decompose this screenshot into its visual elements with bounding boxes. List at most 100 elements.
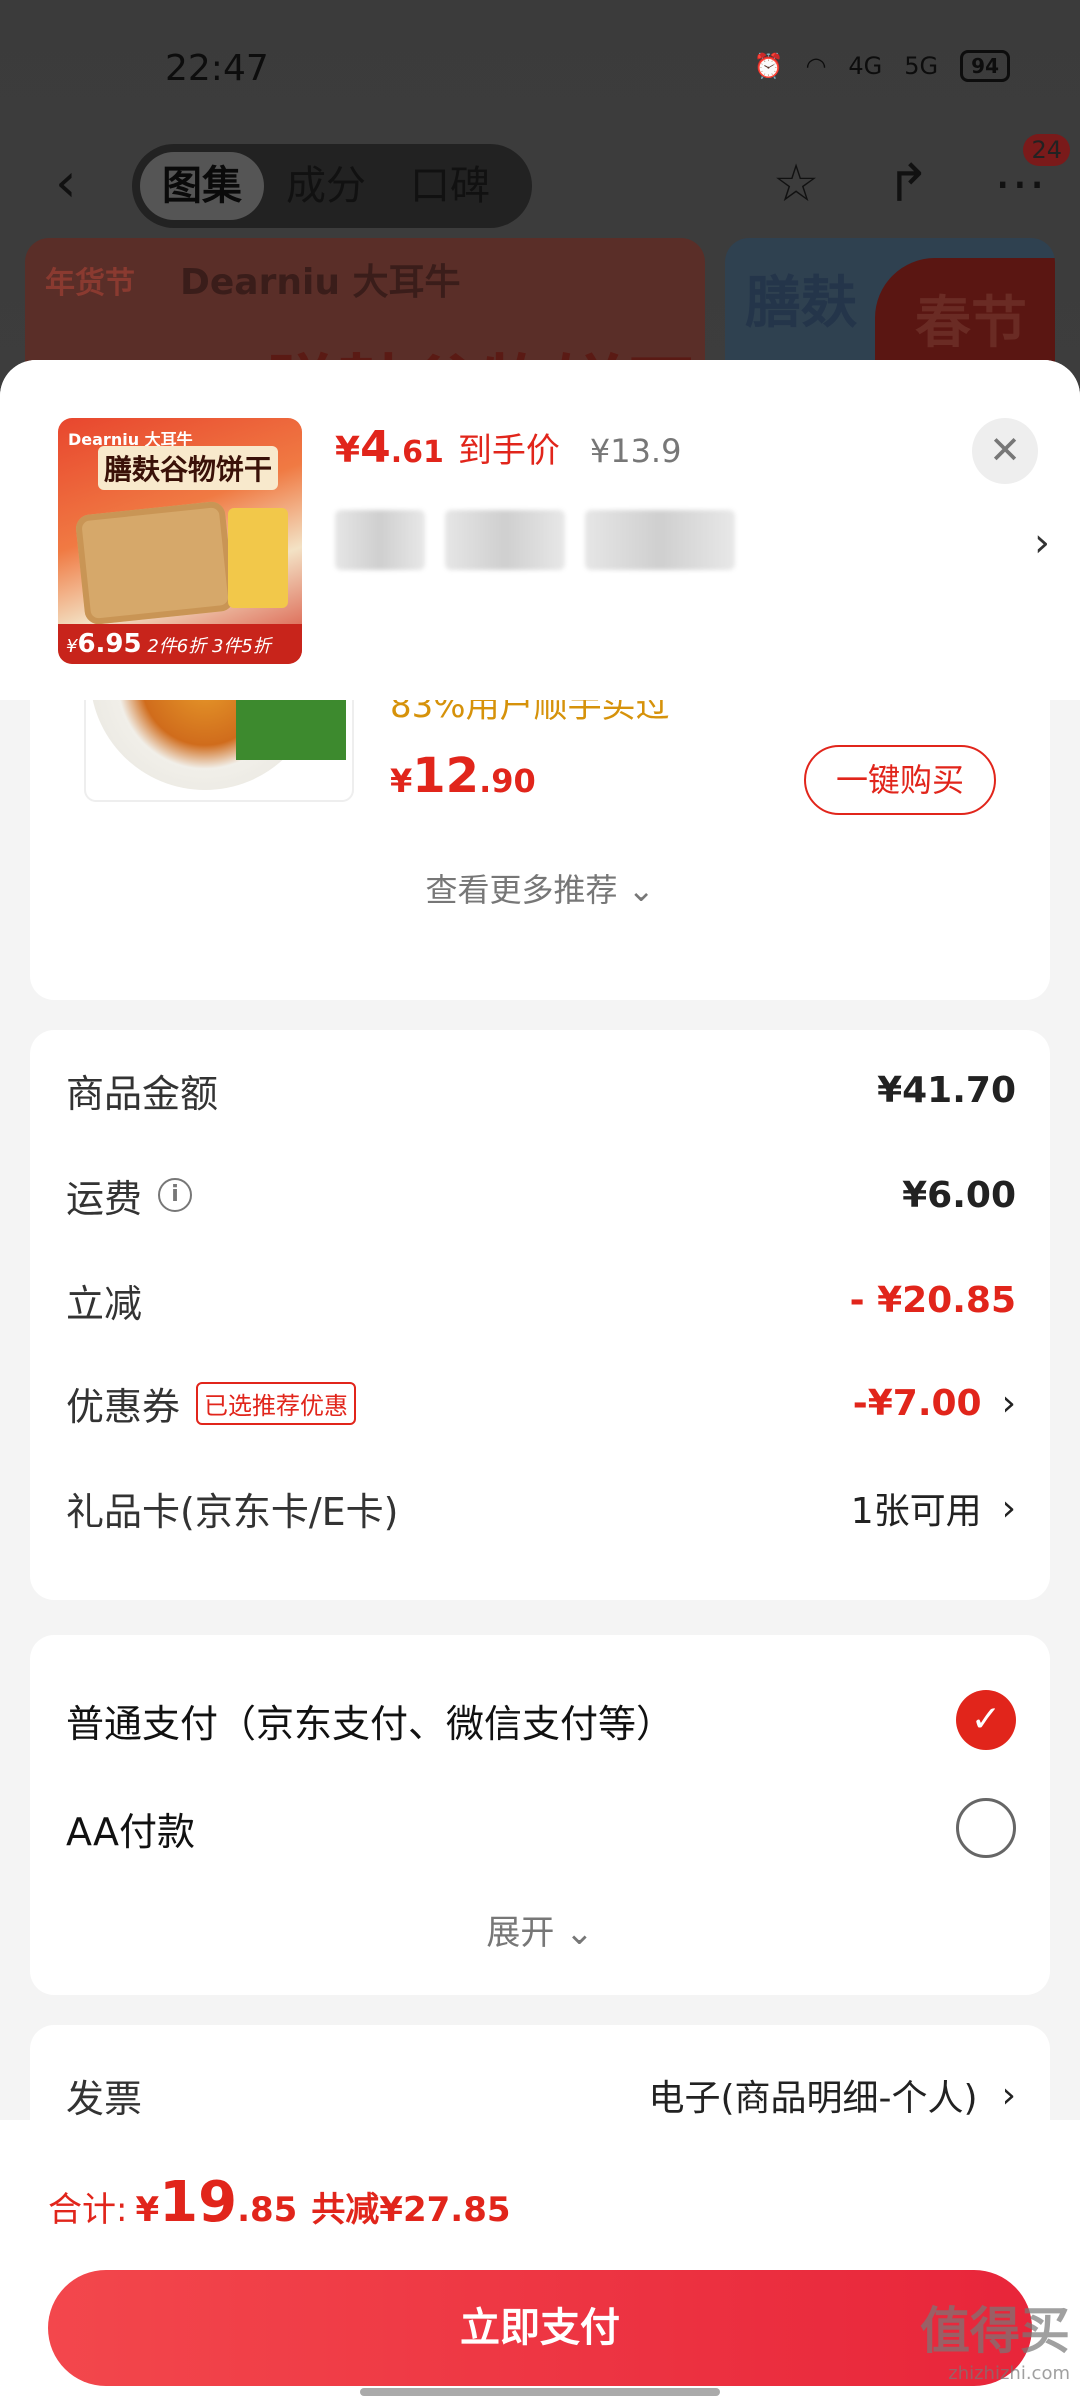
top-nav: ‹ 图集 成分 口碑 ☆ ↱ ⋯ 24 [0,134,1080,230]
currency-symbol: ¥ [135,2190,160,2230]
thumb-currency: ¥ [66,636,78,657]
final-price-value: ¥4.61 [335,422,444,473]
nav-actions: ☆ ↱ ⋯ 24 [766,134,1070,214]
expand-label: 展开 [486,1913,555,1953]
status-icons: ⏰ ◠ 4G 5G 94 [754,50,1010,82]
gift-card-label: 礼品卡(京东卡/E卡) [66,1489,399,1534]
total-integer: 19 [159,2170,238,2235]
original-price: ¥13.9 [589,432,682,470]
checkout-bar: 合计: ¥ 19 .85 共减¥27.85 立即支付 值得买 zhizhizhi… [0,2120,1080,2400]
shipping-value: ¥6.00 [902,1174,1016,1216]
thumb-price: 6.95 [77,629,142,659]
wifi-icon: ◠ [805,52,827,80]
recommend-price: ¥12.90 [390,748,536,804]
recommendation-card: 鲜脆榨菜丝 83%用户顺手买过 ¥12.90 一键购买 查看更多推荐 ⌄ [30,660,1050,1000]
blurred-text [445,510,565,570]
thumb-promo: 2件6折 3件5折 [147,636,271,657]
back-arrow-icon[interactable]: ‹ [55,156,105,210]
pay-now-button[interactable]: 立即支付 [48,2270,1032,2386]
festival-tag: 年货节 [45,266,135,301]
payment-option-label: 普通支付（京东支付、微信支付等） [66,1701,675,1746]
share-icon[interactable]: ↱ [878,154,938,214]
alarm-icon: ⏰ [753,52,784,80]
coupon-status-badge: 已选推荐优惠 [196,1381,357,1425]
blurred-spec[interactable] [335,510,735,570]
final-price-label: 到手价 [457,431,560,471]
more-icon[interactable]: ⋯ 24 [990,134,1070,214]
instant-discount-label: 立减 [66,1281,143,1326]
product-thumbnail[interactable]: Dearniu 大耳牛 膳麸谷物饼干 ¥6.95 2件6折 3件5折 [58,418,302,664]
blurred-text [335,510,425,570]
instant-discount-value: - ¥20.85 [849,1279,1016,1321]
total-saved: 共减¥27.85 [311,2190,511,2230]
price-breakdown-card: 商品金额 ¥41.70 运费 i ¥6.00 立减 - ¥20.85 优惠券 已选推… [30,1030,1050,1600]
gallery-tabs: 图集 成分 口碑 [132,144,532,228]
shipping-row: 运费 i ¥6.00 [66,1165,1016,1225]
price-decimal: .61 [390,435,444,470]
shipping-label: 运费 [66,1176,143,1221]
total-label: 合计: [48,2190,128,2230]
tab-ingredients[interactable]: 成分 [264,152,388,220]
chevron-right-icon[interactable]: › [1034,520,1050,566]
star-icon[interactable]: ☆ [766,154,826,214]
chevron-down-icon: ⌄ [627,871,655,909]
invoice-label: 发票 [66,2076,143,2121]
see-more-label: 查看更多推荐 [425,871,618,909]
goods-amount-label: 商品金额 [66,1071,219,1116]
chevron-right-icon: › [1001,1487,1016,1529]
message-badge: 24 [1023,134,1070,166]
coupon-value: -¥7.00 [852,1382,982,1424]
coupon-label-group: 优惠券 已选推荐优惠 [66,1376,357,1431]
chevron-down-icon: ⌄ [565,1913,594,1953]
chevron-right-icon: › [1001,2074,1016,2116]
tab-gallery[interactable]: 图集 [140,152,264,220]
final-price: ¥4.61 到手价 ¥13.9 [335,422,681,473]
status-time: 22:47 [165,48,269,89]
chevron-right-icon: › [1001,1382,1016,1424]
close-icon[interactable]: ✕ [972,418,1038,484]
expand-payment-options[interactable]: 展开 ⌄ [30,1905,1050,1954]
total-decimal: .85 [237,2190,298,2230]
package-image [228,508,288,608]
payment-option-label: AA付款 [66,1809,196,1854]
blurred-text [585,510,735,570]
gift-card-value: 1张可用 [850,1491,982,1532]
gift-card-row[interactable]: 礼品卡(京东卡/E卡) 1张可用 › [66,1478,1016,1538]
see-more-recommendations[interactable]: 查看更多推荐 ⌄ [30,865,1050,911]
invoice-value: 电子(商品明细-个人) [648,2078,978,2119]
tab-reviews[interactable]: 口碑 [388,152,512,220]
payment-option-standard[interactable]: 普通支付（京东支付、微信支付等） ✓ [66,1685,1016,1755]
watermark-logo: 值得买 [920,2302,1070,2360]
gift-card-value-group: 1张可用 › [851,1482,1016,1534]
product-summary: Dearniu 大耳牛 膳麸谷物饼干 ¥6.95 2件6折 3件5折 ¥4.61… [0,360,1080,700]
price-decimal: .90 [479,762,536,800]
one-click-buy-button[interactable]: 一键购买 [804,745,996,815]
watermark-url: zhizhizhi.com [948,2363,1070,2384]
site-watermark: 值得买 zhizhizhi.com [920,2291,1070,2384]
biscuit-image [74,500,236,626]
radio-unselected[interactable] [956,1798,1016,1858]
network-5g-label: 5G [904,52,939,80]
order-total: 合计: ¥ 19 .85 共减¥27.85 [48,2170,511,2235]
instant-discount-row: 立减 - ¥20.85 [66,1270,1016,1330]
goods-amount-row: 商品金额 ¥41.70 [66,1060,1016,1120]
background-page: 22:47 ⏰ ◠ 4G 5G 94 ‹ 图集 成分 口碑 ☆ ↱ ⋯ 24 年… [0,0,1080,400]
info-icon[interactable]: i [158,1178,193,1212]
brand-logo: Dearniu 大耳牛 [180,262,461,303]
invoice-row[interactable]: 发票 电子(商品明细-个人) › [66,2065,1016,2125]
hero-secondary-headline: 膳麸 [745,271,857,336]
status-bar: 22:47 ⏰ ◠ 4G 5G 94 [0,40,1080,100]
goods-amount-value: ¥41.70 [877,1069,1016,1111]
invoice-value-group: 电子(商品明细-个人) › [649,2069,1017,2121]
payment-method-card: 普通支付（京东支付、微信支付等） ✓ AA付款 展开 ⌄ [30,1635,1050,1995]
home-indicator[interactable] [360,2388,720,2396]
coupon-row[interactable]: 优惠券 已选推荐优惠 -¥7.00 › [66,1373,1016,1433]
checkout-sheet: Dearniu 大耳牛 膳麸谷物饼干 ¥6.95 2件6折 3件5折 ¥4.61… [0,360,1080,2400]
thumb-price-bar: ¥6.95 2件6折 3件5折 [58,624,302,664]
network-4g-label: 4G [848,52,883,80]
currency-symbol: ¥ [335,430,361,471]
payment-option-aa[interactable]: AA付款 [66,1793,1016,1863]
coupon-value-group: -¥7.00 › [853,1383,1016,1424]
checkmark-icon[interactable]: ✓ [956,1690,1016,1750]
price-integer: 4 [360,422,391,473]
